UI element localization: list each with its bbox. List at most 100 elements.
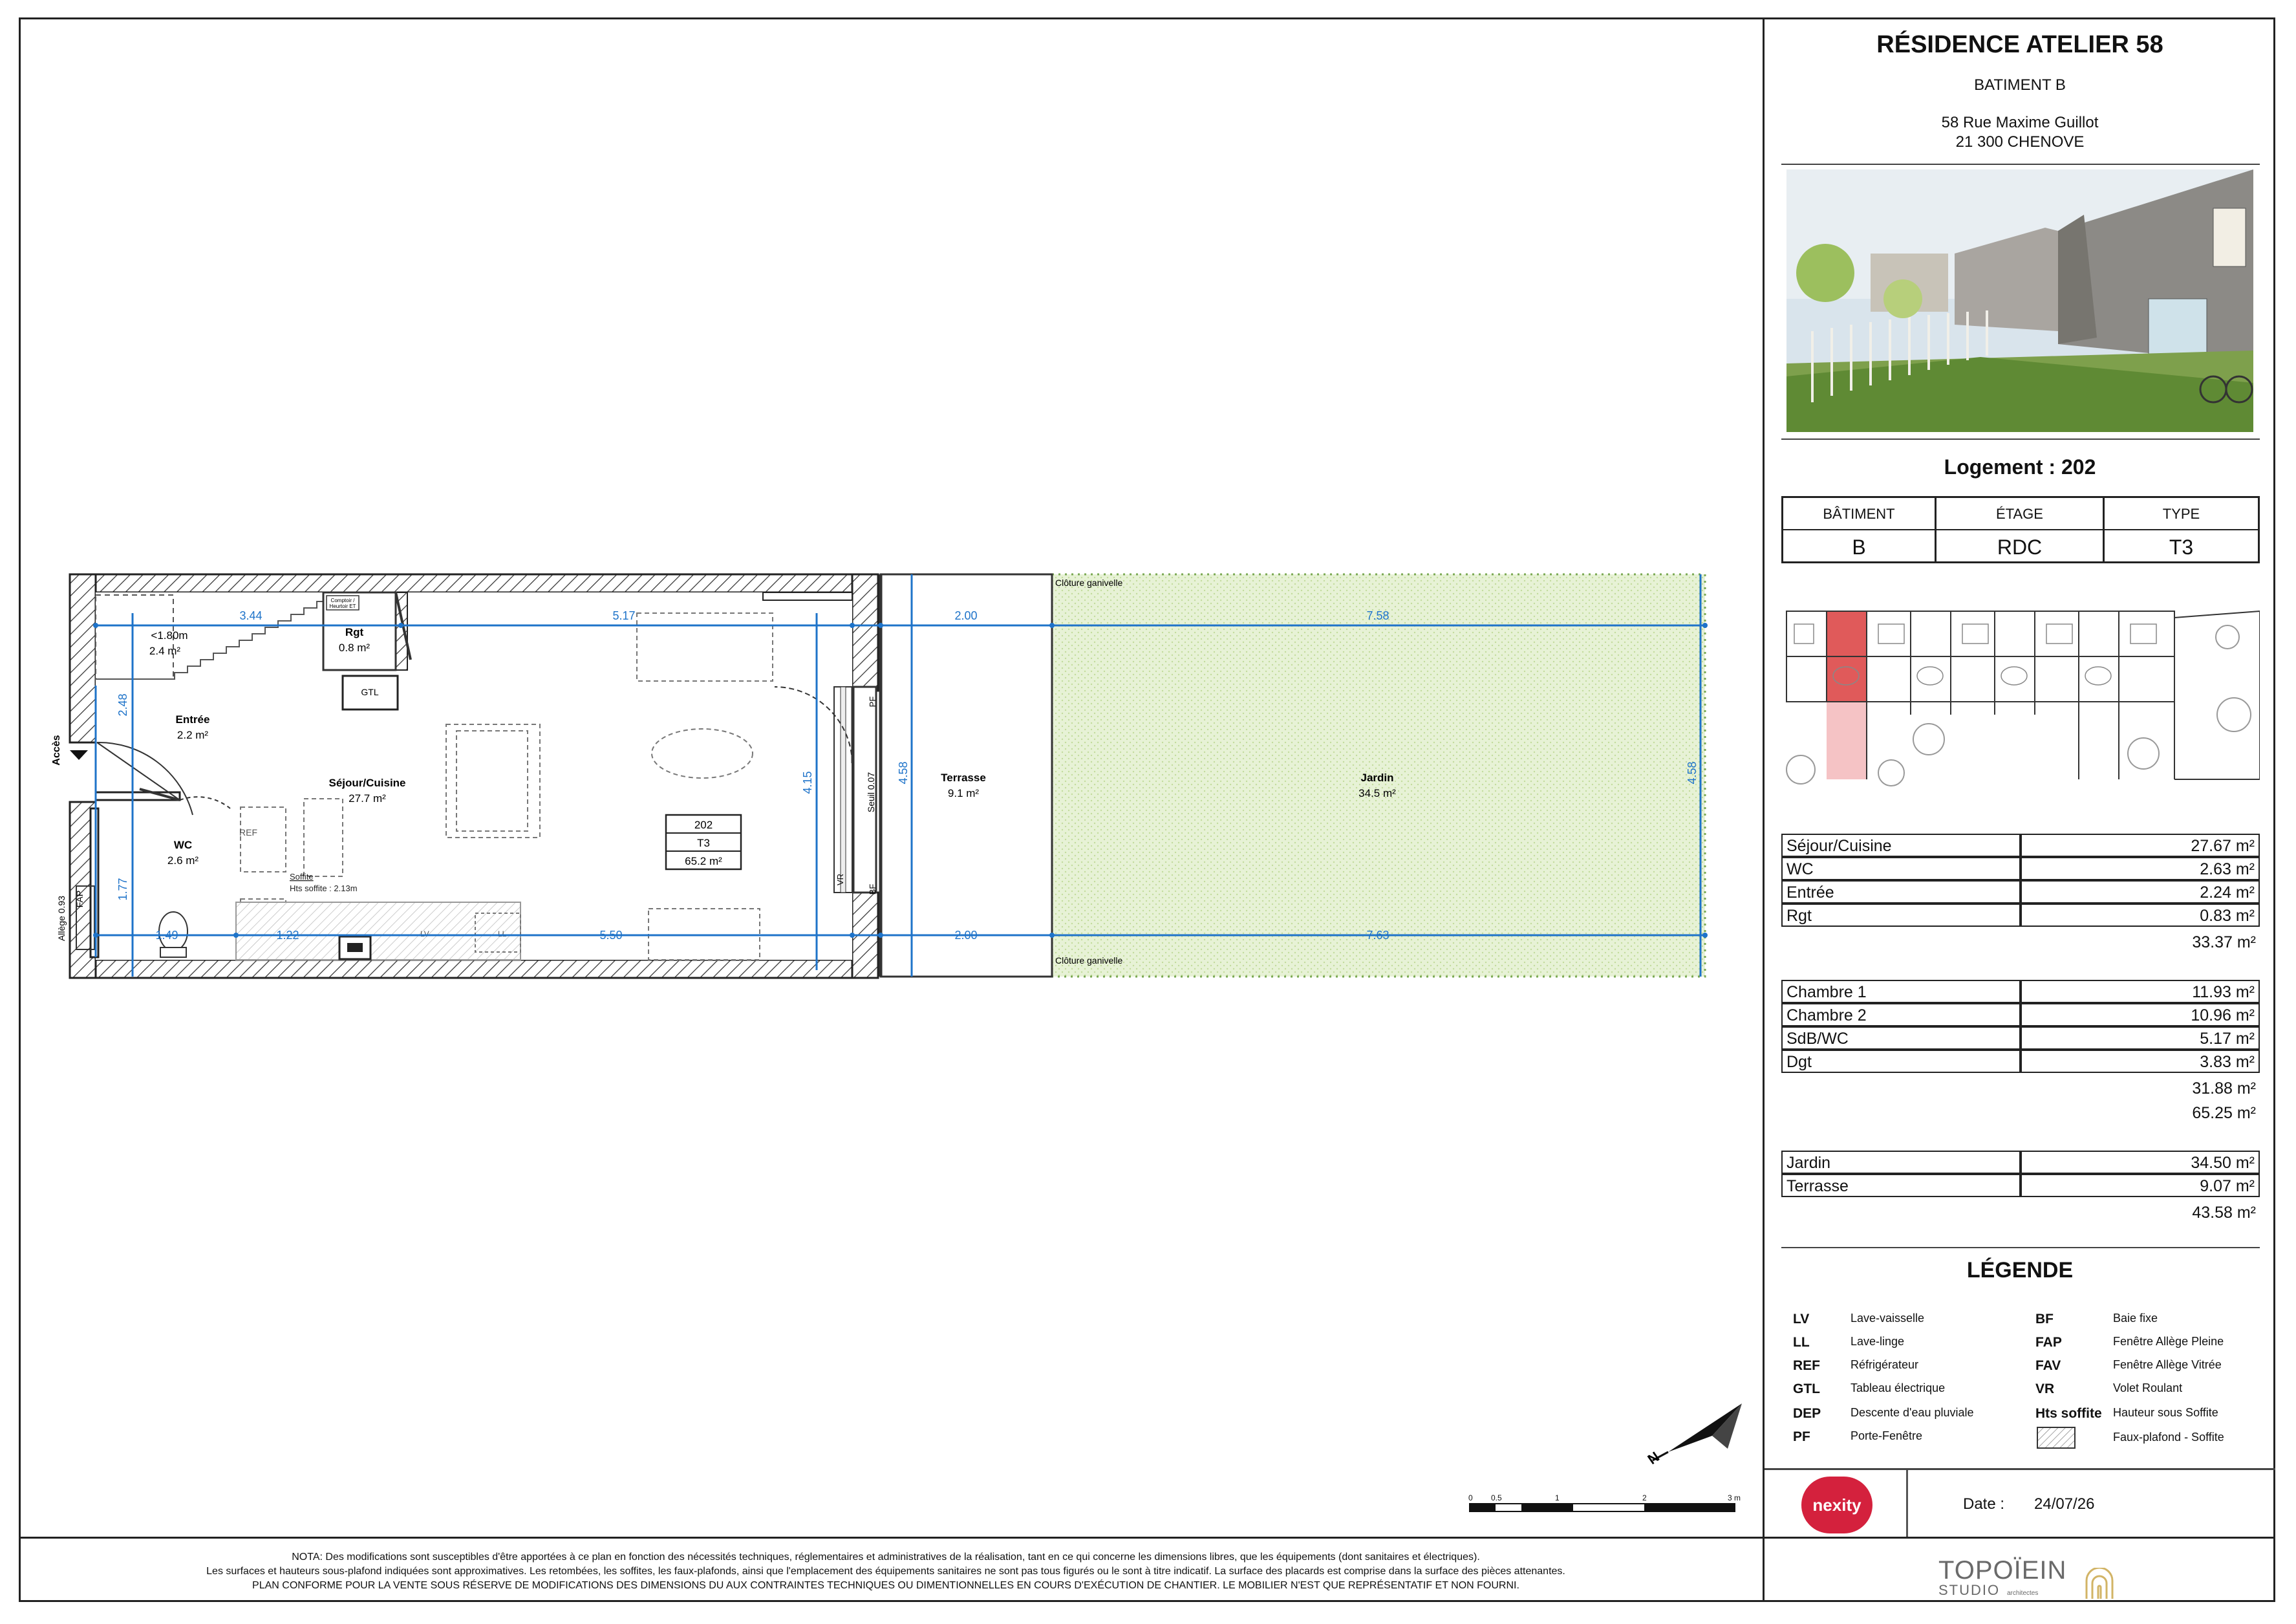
hts-soffite-label: Hts soffite : 2.13m (290, 883, 358, 893)
dim-3-44: 3.44 (239, 609, 262, 622)
title-block-divider (1763, 17, 1765, 1602)
area-row: Séjour/Cuisine 27.67 m² (1781, 834, 2260, 857)
scale-tick-0: 0 (1468, 1493, 1473, 1502)
dim-7-63: 7.63 (1366, 929, 1389, 942)
nexity-logo: nexity (1801, 1477, 1872, 1533)
area-value: 34.50 m² (2021, 1151, 2260, 1174)
note-line-3: PLAN CONFORME POUR LA VENTE SOUS RÉSERVE… (252, 1580, 1519, 1591)
info-value-type: T3 (2169, 536, 2194, 559)
area-value: 2.24 m² (2021, 880, 2260, 904)
area-label: Jardin (1781, 1151, 2021, 1174)
area-subtotal-2: 31.88 m² (2192, 1079, 2256, 1098)
legend-abbr: DEP (1793, 1406, 1821, 1421)
logement-title: Logement : 202 (1944, 455, 2096, 479)
room-jardin-name: Jardin (1360, 772, 1393, 784)
dim-2-00-bottom: 2.00 (954, 929, 977, 942)
dim-1-77: 1.77 (116, 878, 129, 900)
dim-1-49: 1.49 (155, 929, 178, 942)
building-name: BATIMENT B (1974, 76, 2066, 94)
legend-text: Porte-Fenêtre (1851, 1429, 1923, 1442)
area-row: Terrasse 9.07 m² (1781, 1174, 2260, 1197)
floor-plan: Comptoir / Heurtoir ET GTL REF LV LL Sof… (51, 573, 1742, 1512)
ref-label: REF (239, 827, 257, 838)
room-terrasse-area: 9.1 m² (948, 787, 980, 799)
plan-sheet: Comptoir / Heurtoir ET GTL REF LV LL Sof… (0, 0, 2296, 1624)
area-row: Chambre 2 10.96 m² (1781, 1003, 2260, 1026)
nexity-logo-text: nexity (1812, 1495, 1861, 1515)
comptoir-label: Comptoir / (331, 598, 356, 603)
room-entree-name: Entrée (176, 713, 210, 726)
dim-4-58-terrace: 4.58 (897, 761, 910, 784)
area-row: Entrée 2.24 m² (1781, 880, 2260, 904)
area-label: Chambre 2 (1781, 1003, 2021, 1026)
scale-tick-05: 0.5 (1491, 1493, 1502, 1502)
footer-vsep (1906, 1468, 1908, 1537)
bf-label: BF (868, 884, 877, 895)
divider-3 (1781, 1247, 2260, 1248)
room-wc-area: 2.6 m² (167, 854, 199, 867)
area-label: Entrée (1781, 880, 2021, 904)
legend-text: Volet Roulant (2113, 1381, 2183, 1394)
area-label: SdB/WC (1781, 1026, 2021, 1050)
room-entree-area: 2.2 m² (177, 729, 209, 741)
legend-text: Lave-linge (1851, 1335, 1905, 1348)
area-row: WC 2.63 m² (1781, 857, 2260, 880)
area-label: Séjour/Cuisine (1781, 834, 2021, 857)
scale-tick-3: 3 m (1728, 1493, 1741, 1502)
legend-abbr: LL (1793, 1335, 1810, 1350)
area-value: 9.07 m² (2021, 1174, 2260, 1197)
info-table: BÂTIMENT ÉTAGE TYPE B RDC T3 (1781, 496, 2260, 563)
studio-logo-subtext: STUDIO (1938, 1582, 2001, 1598)
legend-text: Réfrigérateur (1851, 1358, 1919, 1371)
legend-abbr: LV (1793, 1312, 1810, 1326)
area-label: Chambre 1 (1781, 980, 2021, 1003)
legend-abbr: GTL (1793, 1381, 1820, 1396)
area-value: 0.83 m² (2021, 904, 2260, 927)
access-arrow (70, 750, 88, 760)
legend-text: Tableau électrique (1851, 1381, 1946, 1394)
footer-top-line (1765, 1468, 2275, 1470)
info-value-etage: RDC (1997, 536, 2043, 559)
area-row: Jardin 34.50 m² (1781, 1151, 2260, 1174)
vr-label: VR (835, 874, 845, 885)
area-value: 27.67 m² (2021, 834, 2260, 857)
area-value: 10.96 m² (2021, 1003, 2260, 1026)
dim-2-00-top: 2.00 (954, 609, 977, 622)
legend-text: Descente d'eau pluviale (1851, 1406, 1974, 1419)
divider-2 (1781, 438, 2260, 440)
area-label: Terrasse (1781, 1174, 2021, 1197)
unit-tag-area: 65.2 m² (685, 855, 722, 867)
studio-logo-caption: architectes (2007, 1590, 2039, 1597)
dim-1-22: 1.22 (276, 929, 299, 942)
room-sejour-area: 27.7 m² (349, 792, 386, 805)
area-grand-total: 65.25 m² (2192, 1104, 2256, 1122)
date-value: 24/07/26 (2034, 1495, 2095, 1513)
area-value: 2.63 m² (2021, 857, 2260, 880)
date-label: Date : (1963, 1495, 2005, 1513)
room-jardin-area: 34.5 m² (1358, 787, 1396, 799)
area-subtotal-1: 33.37 m² (2192, 933, 2256, 951)
key-plan (1781, 585, 2260, 792)
area-row: Dgt 3.83 m² (1781, 1050, 2260, 1073)
address-line-2: 21 300 CHENOVE (1955, 133, 2085, 151)
stair-height: <1.80m (151, 629, 188, 642)
legend-abbr: REF (1793, 1358, 1820, 1373)
address-line-1: 58 Rue Maxime Guillot (1941, 114, 2099, 131)
project-title: RÉSIDENCE ATELIER 58 (1876, 31, 2163, 58)
legend-text: Fenêtre Allège Vitrée (2113, 1358, 2222, 1371)
access-label: Accès (51, 735, 62, 765)
north-arrow-icon: N (1645, 1403, 1742, 1467)
legend-abbr: BF (2035, 1312, 2054, 1326)
lv-label: LV (420, 929, 429, 938)
info-header-type: TYPE (2162, 506, 2200, 522)
legend-text: Fenêtre Allège Pleine (2113, 1335, 2224, 1348)
footer-divider (19, 1537, 2275, 1539)
cloture-top-label: Clôture ganivelle (1055, 578, 1122, 588)
area-row: Chambre 1 11.93 m² (1781, 980, 2260, 1003)
room-wc-name: WC (174, 839, 192, 851)
area-value: 11.93 m² (2021, 980, 2260, 1003)
legend-abbr: Hts soffite (2035, 1406, 2102, 1421)
allege-label: Allège 0.93 (56, 896, 67, 941)
dim-5-17: 5.17 (612, 609, 635, 622)
note-line-2: Les surfaces et hauteurs sous-plafond in… (206, 1566, 1565, 1577)
